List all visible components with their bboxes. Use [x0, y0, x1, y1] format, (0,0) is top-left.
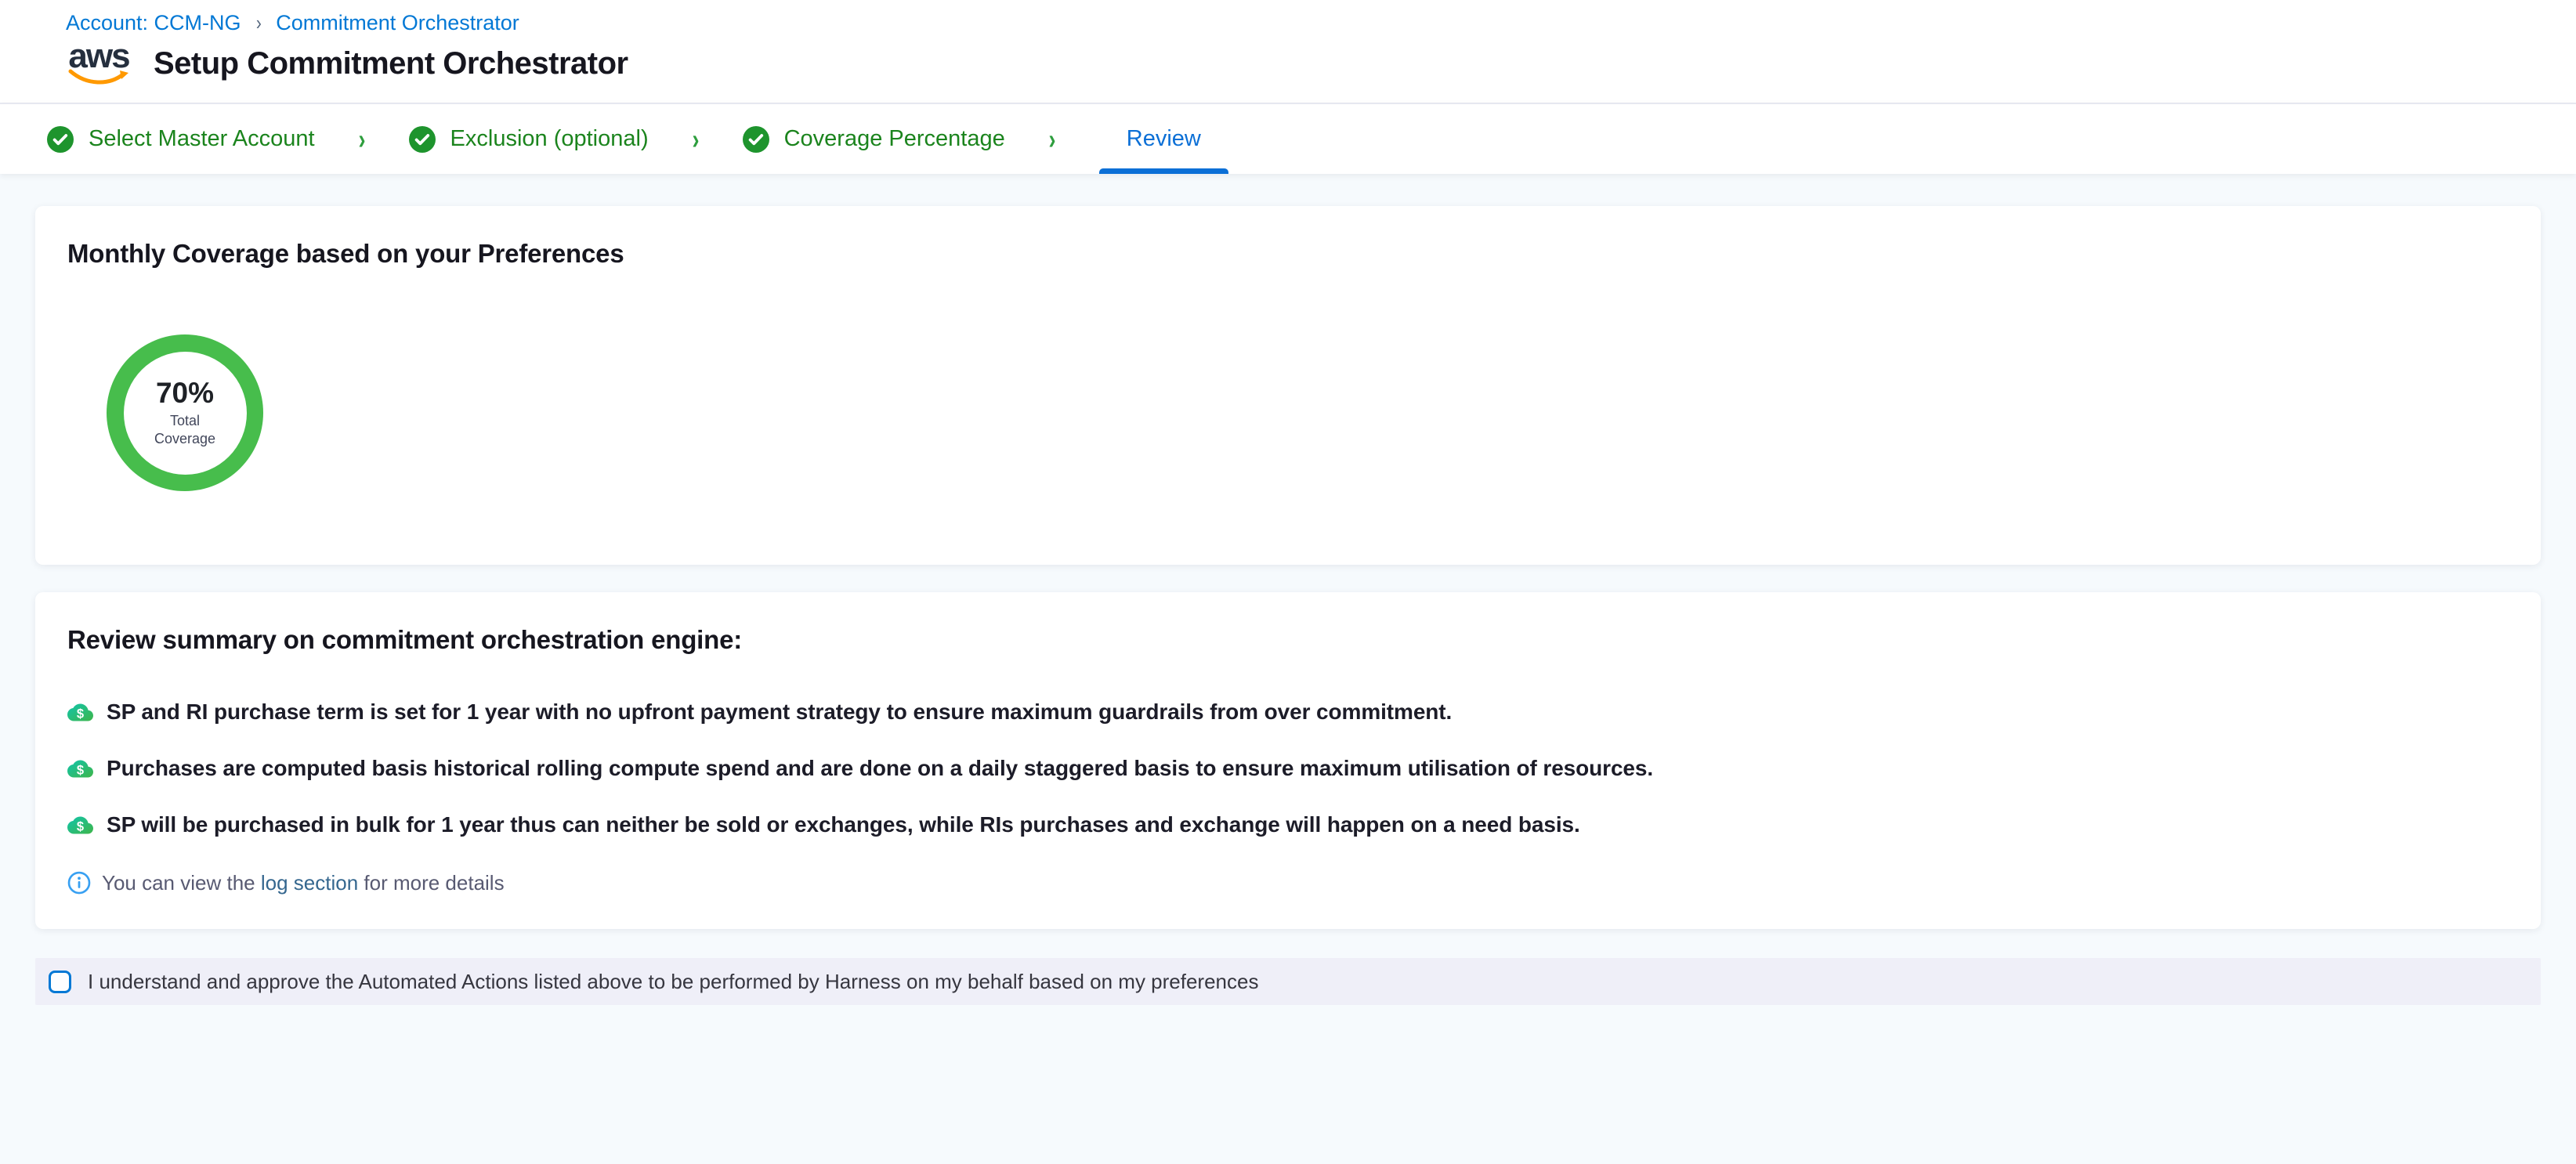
page-header: Account: CCM-NG › Commitment Orchestrato… [0, 0, 2576, 103]
stepper-step-exclusion[interactable]: Exclusion (optional) [409, 104, 649, 174]
consent-bar: I understand and approve the Automated A… [35, 958, 2541, 1005]
breadcrumb: Account: CCM-NG › Commitment Orchestrato… [66, 11, 2576, 35]
coverage-percent-label: Total Coverage [146, 412, 224, 447]
step-label: Review [1127, 126, 1201, 152]
chevron-right-icon: › [692, 123, 699, 156]
summary-card-title: Review summary on commitment orchestrati… [67, 625, 2509, 655]
setup-stepper: Select Master Account › Exclusion (optio… [0, 103, 2576, 174]
summary-item: $ SP will be purchased in bulk for 1 yea… [67, 812, 2509, 838]
aws-logo: aws [66, 42, 132, 86]
breadcrumb-separator-icon: › [255, 11, 261, 35]
review-summary-card: Review summary on commitment orchestrati… [35, 592, 2541, 929]
monthly-coverage-card: Monthly Coverage based on your Preferenc… [35, 206, 2541, 565]
main-content: Monthly Coverage based on your Preferenc… [0, 174, 2576, 1005]
coverage-donut-chart: 70% Total Coverage [107, 334, 263, 491]
cloud-dollar-icon: $ [67, 756, 93, 782]
summary-item-text: Purchases are computed basis historical … [107, 756, 1653, 781]
summary-item-text: SP and RI purchase term is set for 1 yea… [107, 699, 1452, 725]
summary-item-text: SP will be purchased in bulk for 1 year … [107, 812, 1580, 837]
consent-checkbox[interactable] [49, 971, 71, 993]
stepper-step-review[interactable]: Review [1099, 104, 1228, 174]
stepper-step-select-master-account[interactable]: Select Master Account [47, 104, 315, 174]
breadcrumb-account-link[interactable]: Account: CCM-NG [66, 11, 241, 35]
consent-label: I understand and approve the Automated A… [88, 970, 1258, 994]
coverage-card-title: Monthly Coverage based on your Preferenc… [67, 239, 2509, 269]
summary-bullet-list: $ SP and RI purchase term is set for 1 y… [67, 699, 2509, 838]
aws-smile-icon [68, 69, 129, 86]
svg-text:$: $ [77, 707, 84, 721]
aws-logo-text: aws [68, 42, 128, 70]
summary-item: $ Purchases are computed basis historica… [67, 755, 2509, 782]
cloud-dollar-icon: $ [67, 699, 93, 725]
cloud-dollar-icon: $ [67, 812, 93, 838]
log-note: You can view the log section for more de… [67, 871, 2509, 895]
svg-text:$: $ [77, 763, 84, 777]
summary-item: $ SP and RI purchase term is set for 1 y… [67, 699, 2509, 725]
chevron-right-icon: › [358, 123, 365, 156]
step-label: Select Master Account [89, 126, 315, 152]
stepper-step-coverage-percentage[interactable]: Coverage Percentage [743, 104, 1005, 174]
check-circle-icon [47, 126, 74, 153]
coverage-percent-value: 70% [156, 378, 214, 407]
note-prefix: You can view the [102, 871, 261, 895]
chevron-right-icon: › [1048, 123, 1055, 156]
svg-text:$: $ [77, 819, 84, 833]
step-label: Exclusion (optional) [450, 126, 649, 152]
step-label: Coverage Percentage [784, 126, 1005, 152]
breadcrumb-page-link[interactable]: Commitment Orchestrator [276, 11, 519, 35]
check-circle-icon [409, 126, 436, 153]
page-title: Setup Commitment Orchestrator [154, 46, 628, 81]
log-section-link[interactable]: log section [261, 871, 358, 895]
note-suffix: for more details [358, 871, 504, 895]
info-icon [67, 871, 91, 895]
check-circle-icon [743, 126, 769, 153]
